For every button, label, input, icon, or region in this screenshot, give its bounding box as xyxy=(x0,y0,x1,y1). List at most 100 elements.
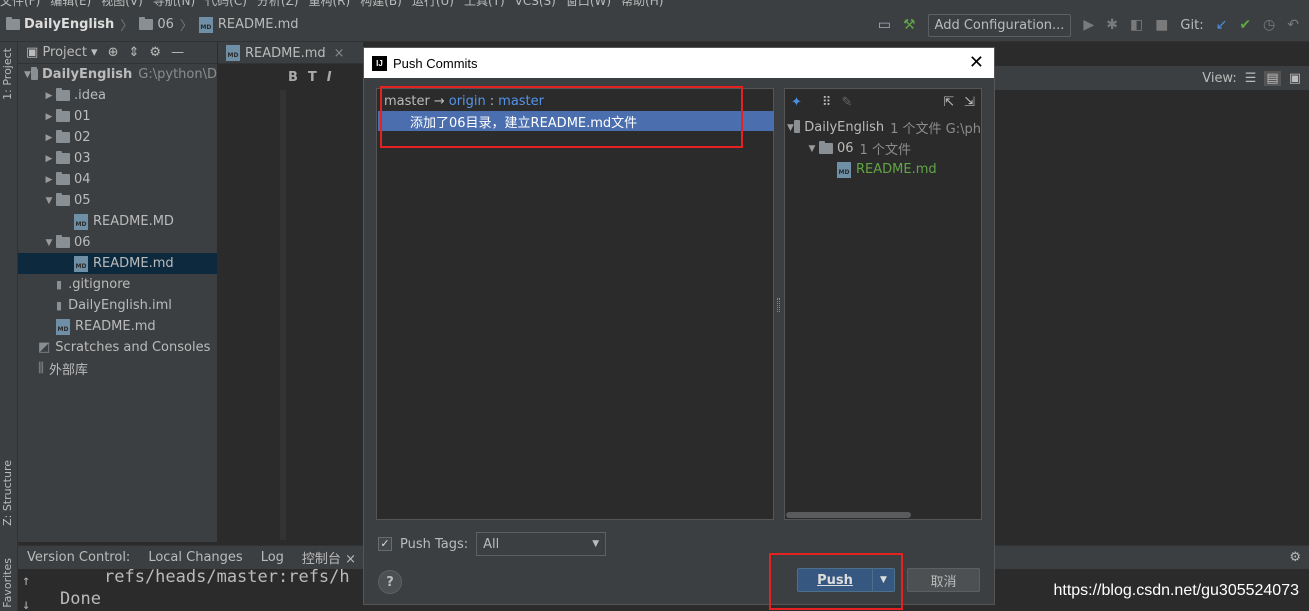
menu-item[interactable]: 重构(R) xyxy=(309,0,351,8)
tab-console[interactable]: 控制台 × xyxy=(293,548,365,567)
collapse-icon[interactable]: ⇕ xyxy=(129,45,140,60)
chevron-down-icon[interactable]: ▼ xyxy=(42,196,56,206)
tree-item[interactable]: ▶ 02 xyxy=(18,127,217,148)
menu-item[interactable]: 代码(C) xyxy=(205,0,247,8)
tree-item[interactable]: ▶ 03 xyxy=(18,148,217,169)
project-view-selector[interactable]: ▣ Project ▾ xyxy=(26,45,98,60)
run-icon[interactable]: ▶ xyxy=(1083,17,1094,33)
collapse-all-icon[interactable]: ⇲ xyxy=(964,95,975,110)
scroll-up-icon[interactable]: ↑ xyxy=(22,573,30,589)
chevron-right-icon[interactable]: ▶ xyxy=(42,133,56,143)
tree-item[interactable]: ⫼ 外部库 xyxy=(18,358,217,379)
tree-item[interactable]: ▼ 05 xyxy=(18,190,217,211)
push-tags-select[interactable]: All ▼ xyxy=(476,532,607,556)
history-icon[interactable]: ◷ xyxy=(1263,17,1275,33)
tree-item[interactable]: ▶ 04 xyxy=(18,169,217,190)
tree-item-label: DailyEnglish xyxy=(42,67,133,82)
italic-icon[interactable]: I xyxy=(327,70,332,85)
tree-item[interactable]: ◩ Scratches and Consoles xyxy=(18,337,217,358)
tree-item[interactable]: MD README.md xyxy=(18,253,217,274)
debug-icon[interactable]: ✱ xyxy=(1106,17,1118,33)
tree-item[interactable]: ▮ .gitignore xyxy=(18,274,217,295)
menu-item[interactable]: 文件(F) xyxy=(0,0,40,8)
stop-icon[interactable]: ■ xyxy=(1155,17,1168,33)
change-tree-item[interactable]: ▼ 06 1 个文件 xyxy=(785,138,981,159)
chevron-right-icon[interactable]: ▶ xyxy=(42,154,56,164)
menu-item[interactable]: 编辑(E) xyxy=(50,0,91,8)
menu-item[interactable]: 构建(B) xyxy=(360,0,402,8)
menu-item[interactable]: 窗口(W) xyxy=(566,0,611,8)
group-by-icon[interactable]: ⠿ xyxy=(822,95,832,110)
pane-splitter[interactable] xyxy=(777,298,780,312)
chevron-right-icon[interactable]: ▶ xyxy=(42,91,56,101)
breadcrumb-separator-icon: 〉 xyxy=(120,19,134,34)
close-icon[interactable]: ✕ xyxy=(969,52,984,73)
folder-icon xyxy=(56,235,70,248)
tree-item[interactable]: ▶ 01 xyxy=(18,106,217,127)
hide-icon[interactable]: — xyxy=(171,45,184,60)
close-icon[interactable]: × xyxy=(345,552,356,567)
change-tree-item[interactable]: ▼ DailyEnglish 1 个文件 G:\ph xyxy=(785,117,981,138)
split-view-icon[interactable]: ▤ xyxy=(1264,70,1281,86)
tree-item[interactable]: ▼ 06 xyxy=(18,232,217,253)
chevron-down-icon[interactable]: ▼ xyxy=(42,238,56,248)
gear-icon[interactable]: ⚙ xyxy=(149,45,161,60)
menu-item[interactable]: 视图(V) xyxy=(101,0,143,8)
breadcrumb-project[interactable]: DailyEnglish xyxy=(24,17,114,32)
chevron-down-icon[interactable]: ▼ xyxy=(24,70,31,80)
expand-all-icon[interactable]: ⇱ xyxy=(943,95,954,110)
locate-icon[interactable]: ⊕ xyxy=(108,45,119,60)
menu-item[interactable]: 工具(T) xyxy=(464,0,505,8)
editor-tab[interactable]: MD README.md × xyxy=(226,42,345,64)
markdown-file-icon: MD xyxy=(837,161,851,178)
structure-tool-tab[interactable]: Z: Structure xyxy=(1,460,14,526)
tree-item[interactable]: ▮ DailyEnglish.iml xyxy=(18,295,217,316)
build-hammer-icon[interactable]: ⚒ xyxy=(903,17,916,33)
gear-icon[interactable]: ⚙ xyxy=(1289,550,1301,565)
strikethrough-icon[interactable]: T xyxy=(308,70,317,85)
bold-icon[interactable]: B xyxy=(288,70,298,85)
menu-item[interactable]: 帮助(H) xyxy=(621,0,663,8)
preview-only-icon[interactable]: ▣ xyxy=(1289,71,1301,86)
push-tags-checkbox[interactable]: ✓ xyxy=(378,537,392,551)
menu-item[interactable]: 运行(U) xyxy=(412,0,454,8)
change-tree-item[interactable]: MD README.md xyxy=(785,159,981,180)
tab-local-changes[interactable]: Local Changes xyxy=(139,550,251,565)
editor-area[interactable]: B T I xyxy=(218,64,363,544)
project-tool-tab[interactable]: 1: Project xyxy=(1,48,14,100)
tree-item[interactable]: MD README.md xyxy=(18,316,217,337)
scroll-down-icon[interactable]: ↓ xyxy=(22,597,30,611)
chevron-right-icon[interactable]: ▶ xyxy=(42,112,56,122)
menu-item[interactable]: 导航(N) xyxy=(153,0,195,8)
favorites-tool-tab[interactable]: Favorites xyxy=(1,558,14,608)
show-diff-icon[interactable]: ✦ xyxy=(791,95,802,110)
breadcrumb-folder[interactable]: 06 xyxy=(157,17,174,32)
horizontal-scrollbar[interactable] xyxy=(786,512,911,518)
chevron-down-icon: ▼ xyxy=(592,539,600,549)
tab-log[interactable]: Log xyxy=(252,550,293,565)
cancel-button[interactable]: 取消 xyxy=(907,568,980,592)
git-commit-icon[interactable]: ✔ xyxy=(1239,17,1251,33)
preview-area: View: ☰ ▤ ▣ xyxy=(995,42,1309,542)
tree-item[interactable]: ▼ DailyEnglish G:\python\D xyxy=(18,64,217,85)
rollback-icon[interactable]: ↶ xyxy=(1287,17,1299,33)
chevron-right-icon[interactable]: ▶ xyxy=(42,175,56,185)
chevron-down-icon[interactable]: ▼ xyxy=(805,144,819,154)
add-configuration-button[interactable]: Add Configuration... xyxy=(927,13,1072,37)
tree-item-label: DailyEnglish.iml xyxy=(68,298,172,313)
chevron-down-icon[interactable]: ▼ xyxy=(787,123,794,133)
menu-item[interactable]: 分析(Z) xyxy=(257,0,299,8)
close-tab-icon[interactable]: × xyxy=(334,46,345,61)
menu-item[interactable]: VCS(S) xyxy=(515,0,556,8)
help-button[interactable]: ? xyxy=(378,570,402,594)
tree-item-label: 03 xyxy=(74,151,91,166)
tree-item[interactable]: MD README.MD xyxy=(18,211,217,232)
edit-icon[interactable]: ✎ xyxy=(841,95,852,110)
coverage-icon[interactable]: ◧ xyxy=(1130,17,1143,33)
change-tree-label: README.md xyxy=(856,162,937,177)
window-icon[interactable]: ▭ xyxy=(878,17,891,33)
breadcrumb-file[interactable]: README.md xyxy=(218,17,299,32)
tree-item[interactable]: ▶ .idea xyxy=(18,85,217,106)
editor-only-icon[interactable]: ☰ xyxy=(1245,71,1257,86)
git-update-icon[interactable]: ↙ xyxy=(1216,17,1228,33)
